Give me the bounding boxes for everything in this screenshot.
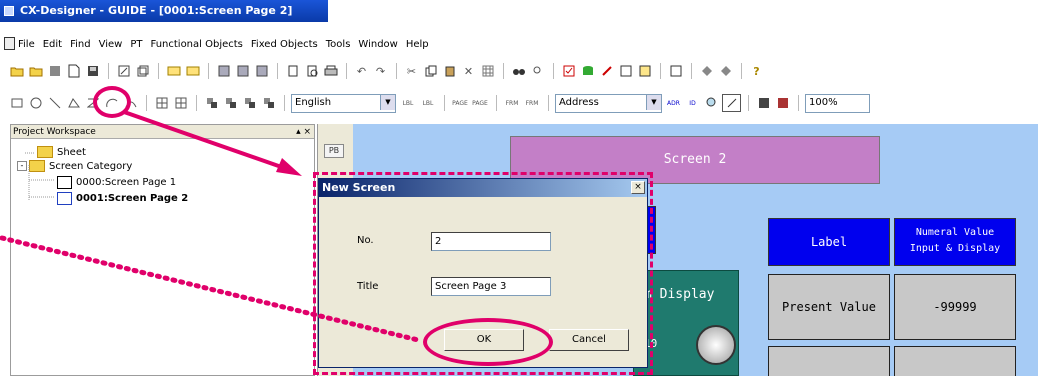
arrow-head — [276, 158, 302, 176]
annotation-arrows — [0, 110, 421, 343]
dotted-pointer — [0, 235, 421, 343]
arrow-line — [123, 110, 291, 172]
